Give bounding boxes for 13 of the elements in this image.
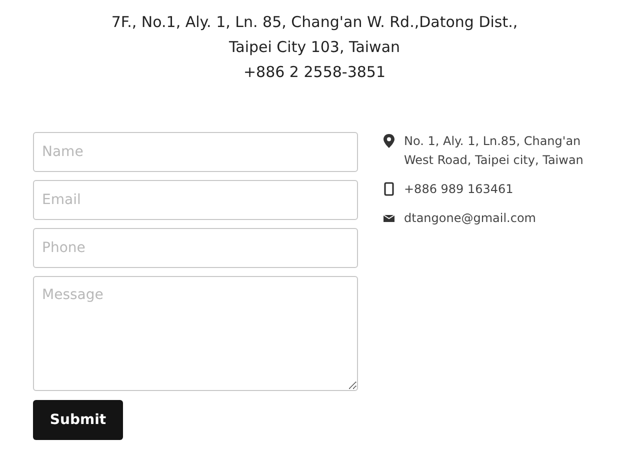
- contact-text: No. 1, Aly. 1, Ln.85, Chang'an West Road, Taipei city, Taiwan: [404, 133, 584, 169]
- contact-text: dtangone@gmail.com: [404, 210, 536, 227]
- address-line: +886 2 2558-3851: [242, 62, 387, 83]
- message-field[interactable]: Message: [33, 276, 358, 391]
- contact-text: +886 989 163461: [404, 181, 514, 198]
- phone-icon: [383, 182, 395, 196]
- input-field[interactable]: Phone: [33, 228, 358, 268]
- input-field[interactable]: Email: [33, 180, 358, 220]
- address-line: Taipei City 103, Taiwan: [228, 37, 402, 58]
- submit-button[interactable]: Submit: [33, 400, 123, 440]
- location-pin-icon: [383, 134, 395, 148]
- address-line: 7F., No.1, Aly. 1, Ln. 85, Chang'an W. Rd.,Datong Dist.,: [110, 12, 519, 33]
- input-field[interactable]: Name: [33, 132, 358, 172]
